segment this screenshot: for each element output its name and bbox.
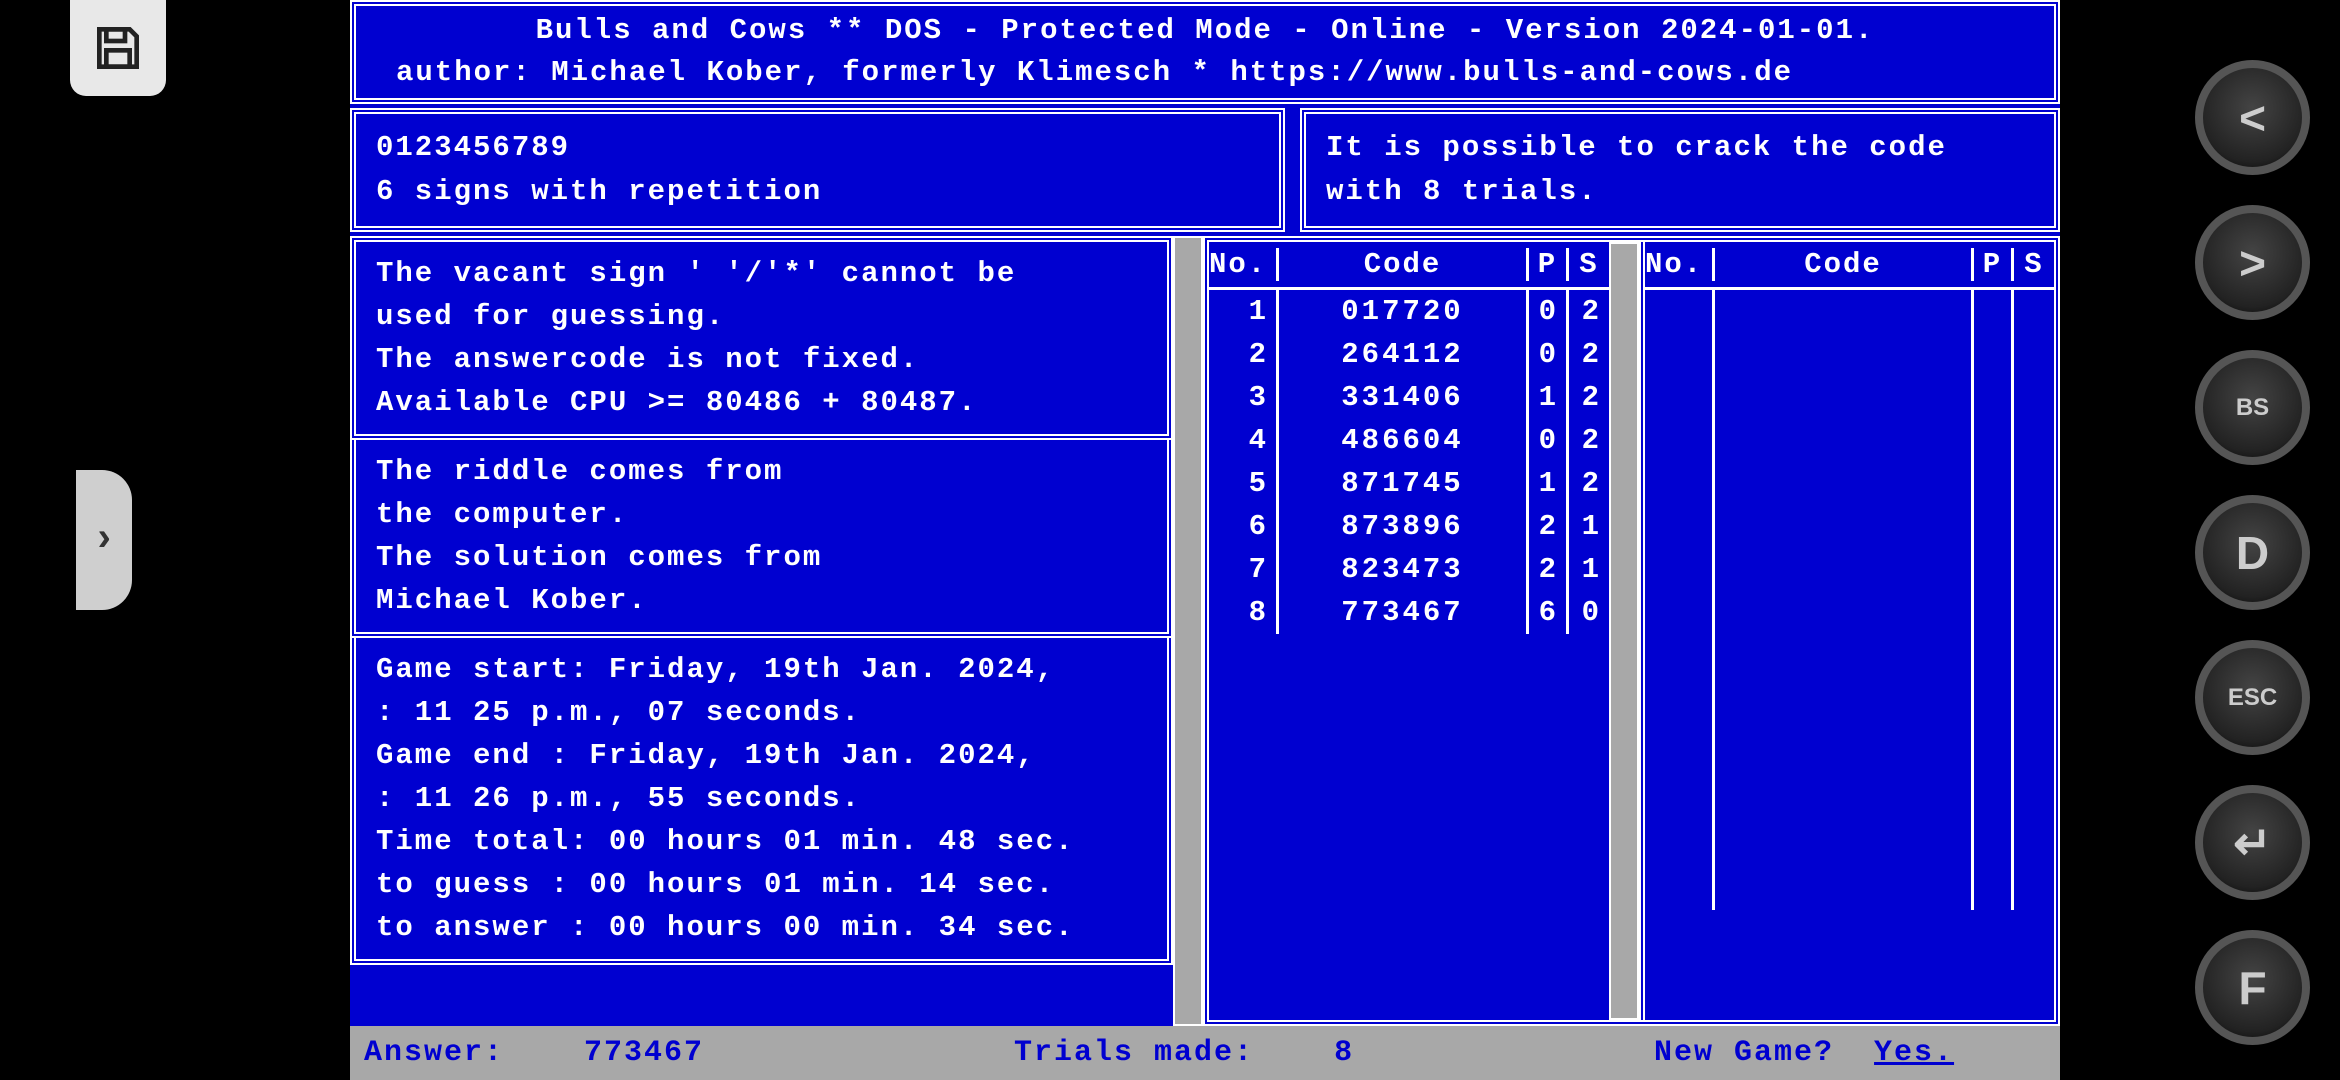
f-button[interactable]: F [2195,930,2310,1045]
chevron-right-icon: › [92,518,116,563]
dos-window: Bulls and Cows ** DOS - Protected Mode -… [350,0,2060,1080]
table-row: 587174512 [1209,462,1609,505]
col-p: P [1529,248,1569,281]
app-title: Bulls and Cows ** DOS - Protected Mode -… [366,10,2044,52]
guess-table-2: No. Code P S [1639,242,2054,1020]
col-s: S [1569,248,1609,281]
guess-tables: No. Code P S 101772002226411202333140612… [1203,236,2060,1026]
status-bar: Answer: 773467 Trials made: 8 New Game? … [350,1026,2060,1080]
col-code-2: Code [1715,248,1974,281]
col-p-2: P [1974,248,2014,281]
digits-box: 0123456789 6 signs with repetition [350,108,1285,232]
col-no-2: No. [1645,248,1715,281]
esc-button[interactable]: ESC [2195,640,2310,755]
prev-button[interactable]: < [2195,60,2310,175]
scrollbar-left[interactable] [1173,236,1203,1026]
col-no: No. [1209,248,1279,281]
next-button[interactable]: > [2195,205,2310,320]
hint-box: It is possible to crack the code with 8 … [1300,108,2060,232]
floppy-icon [90,20,146,76]
expand-tab[interactable]: › [76,470,132,610]
table-row: 333140612 [1209,376,1609,419]
enter-button[interactable]: ↵ [2195,785,2310,900]
mode-line: 6 signs with repetition [376,170,1259,214]
info-box-3: Game start: Friday, 19th Jan. 2024, : 11… [350,638,1173,965]
scrollbar-mid[interactable] [1609,242,1639,1020]
table-row: 782347321 [1209,548,1609,591]
table-row: 687389621 [1209,505,1609,548]
answer-value: 773467 [584,1036,704,1070]
newgame-answer[interactable]: Yes. [1874,1036,1954,1070]
digit-set: 0123456789 [376,126,1259,170]
table-row: 877346760 [1209,591,1609,634]
info-column: The vacant sign ' '/'*' cannot be used f… [350,236,1173,1026]
trials-label: Trials made: [1014,1036,1254,1070]
save-button[interactable] [70,0,166,96]
round-button-column: < > BS D ESC ↵ F [2195,60,2310,1045]
table-row: 448660402 [1209,419,1609,462]
hint-line2: with 8 trials. [1326,170,2034,214]
info-box-1: The vacant sign ' '/'*' cannot be used f… [350,236,1173,440]
title-box: Bulls and Cows ** DOS - Protected Mode -… [350,0,2060,104]
hint-line1: It is possible to crack the code [1326,126,2034,170]
backspace-button[interactable]: BS [2195,350,2310,465]
info-box-2: The riddle comes from the computer. The … [350,440,1173,638]
author-line: author: Michael Kober, formerly Klimesch… [366,52,2044,94]
newgame-label: New Game? [1654,1036,1834,1070]
answer-label: Answer: [364,1036,504,1070]
trials-value: 8 [1334,1036,1354,1070]
d-button[interactable]: D [2195,495,2310,610]
table-row: 226411202 [1209,333,1609,376]
table-row: 101772002 [1209,290,1609,333]
col-code: Code [1279,248,1529,281]
guess-table-1: No. Code P S 101772002226411202333140612… [1209,242,1609,1020]
col-s-2: S [2014,248,2054,281]
